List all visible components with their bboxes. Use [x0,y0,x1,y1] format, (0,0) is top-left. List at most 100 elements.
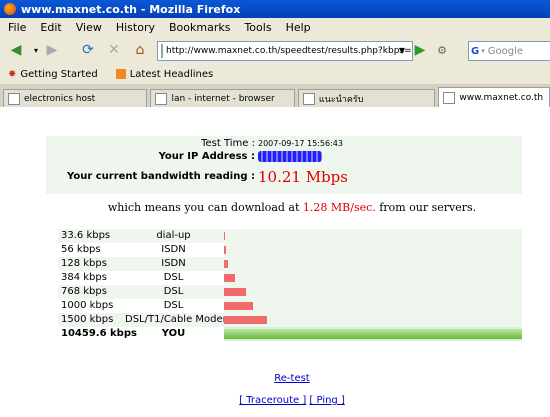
row-connection-type: ISDN [161,244,186,255]
page-icon [443,91,456,104]
row-connection-type: DSL [163,272,184,283]
result-summary: Test Time : 2007-09-17 15:56:43 Your IP … [46,136,522,194]
chevron-down-icon: ▾ [33,45,38,55]
traceroute-link[interactable]: [ Traceroute ] [239,395,306,406]
comparison-row: 1500 kbps DSL/T1/Cable Modem [58,313,522,327]
page-icon [155,92,168,105]
menu-file[interactable]: File [8,21,26,34]
tab-label: electronics host [24,93,96,104]
menu-history[interactable]: History [116,21,155,34]
retest-links: Re-test [0,373,550,384]
row-bar-cell [224,327,522,341]
means-prefix: which means you can download at [107,201,300,214]
tab-maxnet[interactable]: www.maxnet.co.th [438,87,550,107]
url-text: http://www.maxnet.co.th/speedtest/result… [166,46,413,56]
go-arrow-icon: ▶ [414,42,426,58]
row-bar-cell [224,257,522,271]
stop-button[interactable]: ✕ [104,40,124,60]
row-speed: 1500 kbps [61,314,114,325]
window-titlebar: www.maxnet.co.th - Mozilla Firefox [0,0,550,18]
comparison-row: 56 kbps ISDN [58,243,522,257]
ip-address-redacted [255,151,322,165]
page-icon [161,44,163,58]
tab-strip: electronics host lan - internet - browse… [0,85,550,107]
search-placeholder: Google [487,45,523,57]
comparison-row: 384 kbps DSL [58,271,522,285]
bookmarks-toolbar: ✸ Getting Started Latest Headlines [0,64,550,85]
row-bar-cell [224,271,522,285]
page-icon [8,92,20,105]
row-connection-type: DSL/T1/Cable Modem [125,314,233,325]
ip-address-label: Your IP Address : [158,151,255,162]
row-bar-cell [224,229,522,243]
go-button[interactable]: ▶ [410,40,430,60]
bookmark-label: Getting Started [20,68,98,80]
row-bar-cell [224,243,522,257]
means-suffix: from our servers. [379,201,477,214]
tab-label: แนะนำครับ [318,94,364,105]
navigation-toolbar: ◀ ▾ ▶ ⟳ ✕ ⌂ http://www.maxnet.co.th/spee… [0,36,550,65]
speed-bar [224,260,228,268]
row-speed: 56 kbps [61,244,101,255]
row-speed: 1000 kbps [61,300,114,311]
reload-button[interactable]: ⟳ [78,40,98,60]
row-speed: 768 kbps [61,286,107,297]
home-icon: ⌂ [135,42,145,58]
row-bar-cell [224,299,522,313]
menu-tools[interactable]: Tools [244,21,271,34]
menu-view[interactable]: View [76,21,102,34]
speed-bar [224,288,246,296]
forward-button[interactable]: ▶ [42,40,62,60]
back-button[interactable]: ◀ [6,40,26,60]
search-engine-dropdown[interactable]: ▾ [481,47,485,55]
speed-bar [224,316,267,324]
tool-links: [ Traceroute ] [ Ping ] [0,395,550,406]
row-connection-type: DSL [163,286,184,297]
page-content: Test Time : 2007-09-17 15:56:43 Your IP … [0,108,550,417]
page-icon [302,92,315,105]
ping-link[interactable]: [ Ping ] [309,395,344,406]
comparison-row: 128 kbps ISDN [58,257,522,271]
rss-icon [115,69,126,79]
extension-icon: ⚙ [437,43,447,57]
bookmark-latest-headlines[interactable]: Latest Headlines [115,68,214,80]
firefox-icon [4,3,16,15]
row-connection-type: dial-up [156,230,191,241]
home-button[interactable]: ⌂ [130,40,150,60]
url-bar[interactable]: http://www.maxnet.co.th/speedtest/result… [157,41,413,61]
row-speed: 128 kbps [61,258,107,269]
tab-label: lan - internet - browser [171,93,275,104]
extension-button[interactable]: ⚙ [432,40,452,60]
menu-help[interactable]: Help [286,21,311,34]
stop-icon: ✕ [108,42,120,58]
tab-electronics-host[interactable]: electronics host [3,89,148,107]
retest-link[interactable]: Re-test [274,373,309,384]
comparison-row: 33.6 kbps dial-up [58,229,522,243]
google-icon: G [471,45,480,57]
tab-label: www.maxnet.co.th [459,92,544,103]
row-speed: 384 kbps [61,272,107,283]
menu-bookmarks[interactable]: Bookmarks [169,21,230,34]
bookmark-getting-started[interactable]: ✸ Getting Started [8,69,98,80]
row-speed: 33.6 kbps [61,230,111,241]
comparison-row: 10459.6 kbps YOU [58,327,522,341]
bookmark-label: Latest Headlines [129,68,214,80]
back-arrow-icon: ◀ [10,42,22,58]
comparison-row: 1000 kbps DSL [58,299,522,313]
bandwidth-value: 10.21 Mbps [258,168,348,186]
comparison-row: 768 kbps DSL [58,285,522,299]
search-box[interactable]: G ▾ Google [468,41,550,61]
tab-lan-internet[interactable]: lan - internet - browser [150,89,295,107]
tab-thai[interactable]: แนะนำครับ [297,89,436,107]
row-bar-cell [224,313,522,327]
speed-bar [224,329,522,339]
speed-bar [224,232,225,240]
speed-bar [224,302,253,310]
forward-arrow-icon: ▶ [46,42,58,58]
menu-bar: File Edit View History Bookmarks Tools H… [0,18,550,36]
url-dropdown-button[interactable]: ▼ [395,41,409,59]
bandwidth-label: Your current bandwidth reading : [67,171,255,182]
menu-edit[interactable]: Edit [40,21,61,34]
row-connection-type: DSL [163,300,184,311]
chevron-down-icon: ▼ [398,45,406,55]
